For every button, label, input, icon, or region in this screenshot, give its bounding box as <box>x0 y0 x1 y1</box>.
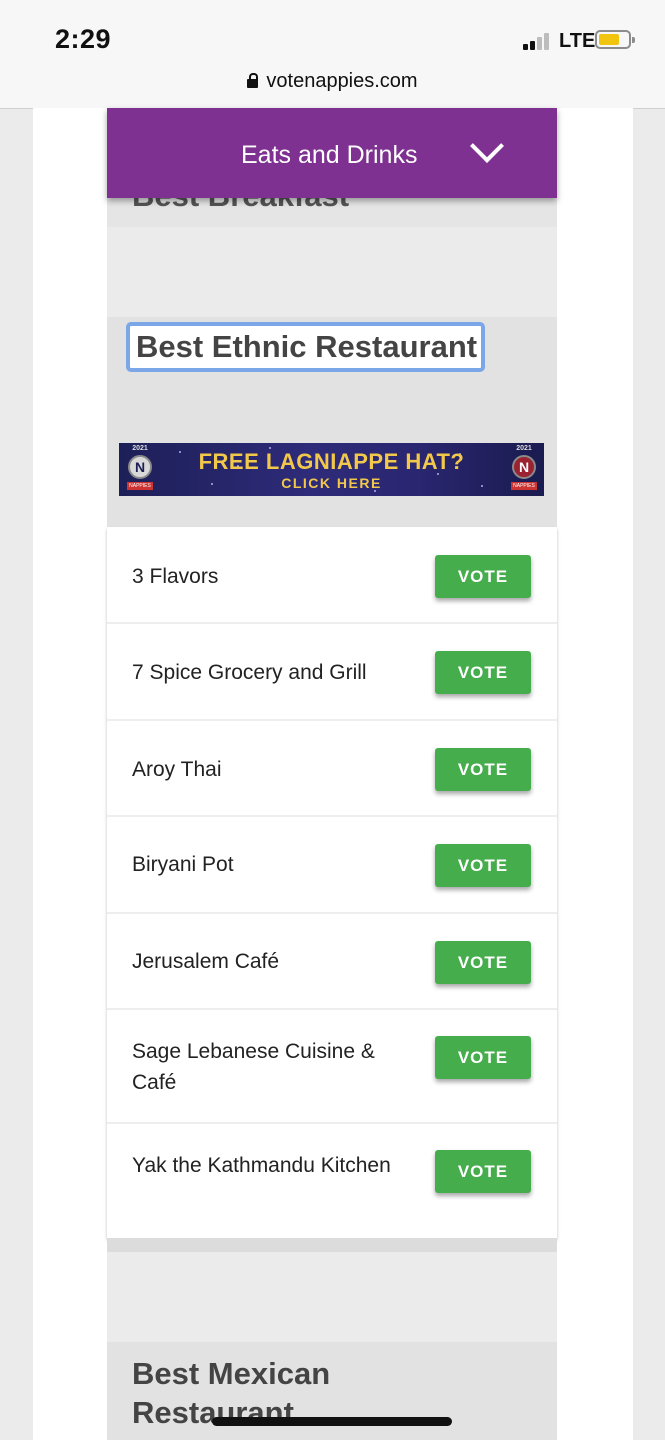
promo-headline: FREE LAGNIAPPE HAT? <box>198 449 465 474</box>
status-time: 2:29 <box>55 24 112 54</box>
nominee-list: 3 Flavors VOTE 7 Spice Grocery and Grill… <box>107 527 557 1238</box>
nominee-name: 7 Spice Grocery and Grill <box>132 661 367 684</box>
home-indicator[interactable] <box>212 1417 452 1426</box>
nominee-row: Biryani Pot VOTE <box>107 817 557 914</box>
promo-banner[interactable]: 2021 N NAPPIES FREE LAGNIAPPE HAT? CLICK… <box>119 443 544 496</box>
vote-button[interactable]: VOTE <box>435 748 531 791</box>
list-footer <box>107 1238 557 1252</box>
category-dropdown-label: Eats and Drinks <box>241 141 418 169</box>
vote-button[interactable]: VOTE <box>435 941 531 984</box>
nominee-name: Biryani Pot <box>132 853 234 876</box>
nappies-badge-icon: 2021 N NAPPIES <box>507 445 541 494</box>
vote-button[interactable]: VOTE <box>435 651 531 694</box>
nominee-row: Aroy Thai VOTE <box>107 721 557 817</box>
nominee-name: Sage Lebanese Cuisine & Café <box>132 1040 375 1094</box>
nominee-row: Yak the Kathmandu Kitchen VOTE <box>107 1124 557 1238</box>
status-bar: 2:29 LTE votenappies.com <box>0 0 665 109</box>
network-type: LTE <box>559 30 596 52</box>
battery-icon <box>595 30 635 49</box>
nominee-row: Sage Lebanese Cuisine & Café VOTE <box>107 1010 557 1124</box>
vote-button[interactable]: VOTE <box>435 844 531 887</box>
vote-button[interactable]: VOTE <box>435 555 531 598</box>
section-title[interactable]: Best Ethnic Restaurant <box>126 322 486 372</box>
category-dropdown[interactable]: Eats and Drinks <box>107 108 557 198</box>
vote-button[interactable]: VOTE <box>435 1036 531 1079</box>
signal-icon <box>523 32 553 50</box>
vote-button[interactable]: VOTE <box>435 1150 531 1193</box>
chevron-down-icon <box>470 129 504 163</box>
url-text: votenappies.com <box>266 70 418 92</box>
url-bar[interactable]: votenappies.com <box>0 70 665 93</box>
nominee-name: Jerusalem Café <box>132 950 280 973</box>
nominee-name: Yak the Kathmandu Kitchen <box>132 1154 391 1177</box>
section-spacer <box>107 227 557 317</box>
nominee-row: Jerusalem Café VOTE <box>107 914 557 1010</box>
nominee-row: 7 Spice Grocery and Grill VOTE <box>107 624 557 721</box>
lock-icon <box>247 73 259 88</box>
nominee-name: 3 Flavors <box>132 565 219 588</box>
section-spacer <box>107 1252 557 1342</box>
nominee-name: Aroy Thai <box>132 758 222 781</box>
nominee-row: 3 Flavors VOTE <box>107 527 557 624</box>
promo-subline: CLICK HERE <box>281 475 382 491</box>
section-header: Best Ethnic Restaurant 2021 N NAPPIES FR… <box>107 317 557 527</box>
